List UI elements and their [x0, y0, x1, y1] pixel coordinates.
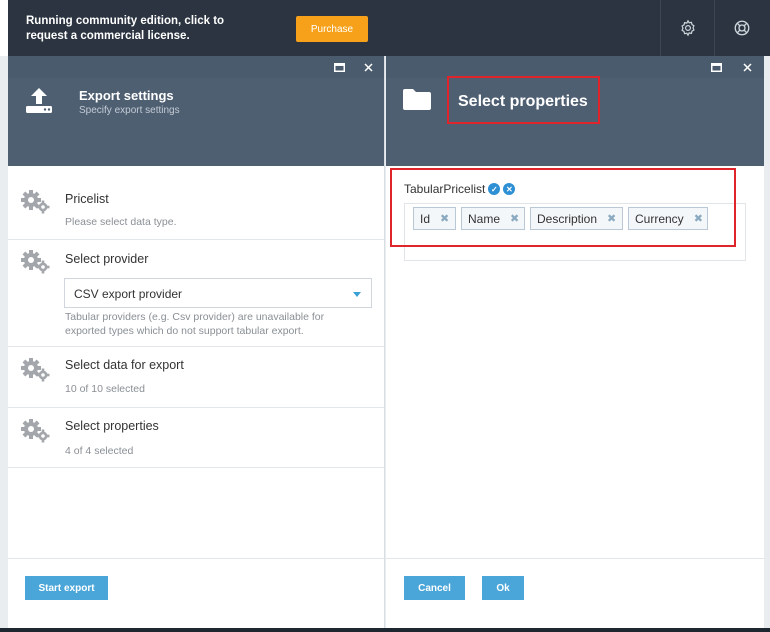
blade-controls [8, 56, 384, 78]
export-steps-list: Pricelist Please select data type. Selec… [8, 182, 384, 468]
maximize-button[interactable] [708, 59, 724, 75]
folder-icon [403, 89, 431, 110]
maximize-icon [333, 62, 345, 72]
blade-controls [386, 56, 764, 78]
gear-icon [680, 19, 695, 37]
close-icon [742, 62, 752, 72]
step-title: Select data for export [65, 358, 184, 372]
maximize-icon [710, 62, 722, 72]
step-subtitle: 10 of 10 selected [65, 383, 145, 395]
blade-title: Export settings [79, 88, 174, 103]
step-pricelist[interactable]: Pricelist Please select data type. [8, 182, 384, 240]
upload-icon [26, 88, 52, 113]
maximize-button[interactable] [331, 59, 347, 75]
step-title: Select properties [65, 419, 159, 433]
chevron-down-icon [353, 292, 361, 297]
blade-footer: Cancel Ok [386, 558, 764, 632]
step-title: Pricelist [65, 192, 109, 206]
blade-subtitle: Specify export settings [79, 105, 180, 116]
cancel-button[interactable]: Cancel [404, 576, 465, 600]
gears-icon [21, 190, 50, 214]
step-subtitle: 4 of 4 selected [65, 445, 134, 457]
settings-button[interactable] [660, 0, 714, 56]
blade-header: Export settings Specify export settings [8, 78, 384, 166]
blade-footer: Start export [8, 558, 384, 632]
highlight-box-title [447, 76, 600, 124]
purchase-button[interactable]: Purchase [296, 16, 368, 42]
step-data[interactable]: Select data for export 10 of 10 selected [8, 347, 384, 408]
close-button[interactable] [739, 59, 755, 75]
bottom-bar [0, 628, 770, 632]
close-icon [363, 62, 373, 72]
gears-icon [21, 358, 50, 382]
top-bar: Running community edition, click to requ… [0, 0, 770, 56]
select-properties-blade: Select properties TabularPricelist ✓ ✕ I… [386, 56, 764, 632]
start-export-button[interactable]: Start export [25, 576, 108, 600]
step-properties[interactable]: Select properties 4 of 4 selected [8, 408, 384, 468]
provider-select-value: CSV export provider [74, 287, 183, 301]
help-button[interactable] [714, 0, 768, 56]
step-provider: Select provider CSV export provider Tabu… [8, 240, 384, 347]
lifebuoy-icon [734, 20, 749, 36]
gears-icon [21, 250, 50, 274]
gears-icon [21, 419, 50, 443]
license-notice[interactable]: Running community edition, click to requ… [26, 14, 266, 44]
close-button[interactable] [360, 59, 376, 75]
highlight-box-properties [390, 168, 736, 247]
export-settings-blade: Export settings Specify export settings … [8, 56, 385, 632]
step-subtitle: Please select data type. [65, 216, 177, 228]
provider-select[interactable]: CSV export provider [64, 278, 372, 308]
left-strip [0, 0, 8, 56]
step-title: Select provider [65, 252, 149, 266]
ok-button[interactable]: Ok [482, 576, 524, 600]
provider-hint: Tabular providers (e.g. Csv provider) ar… [65, 311, 325, 337]
